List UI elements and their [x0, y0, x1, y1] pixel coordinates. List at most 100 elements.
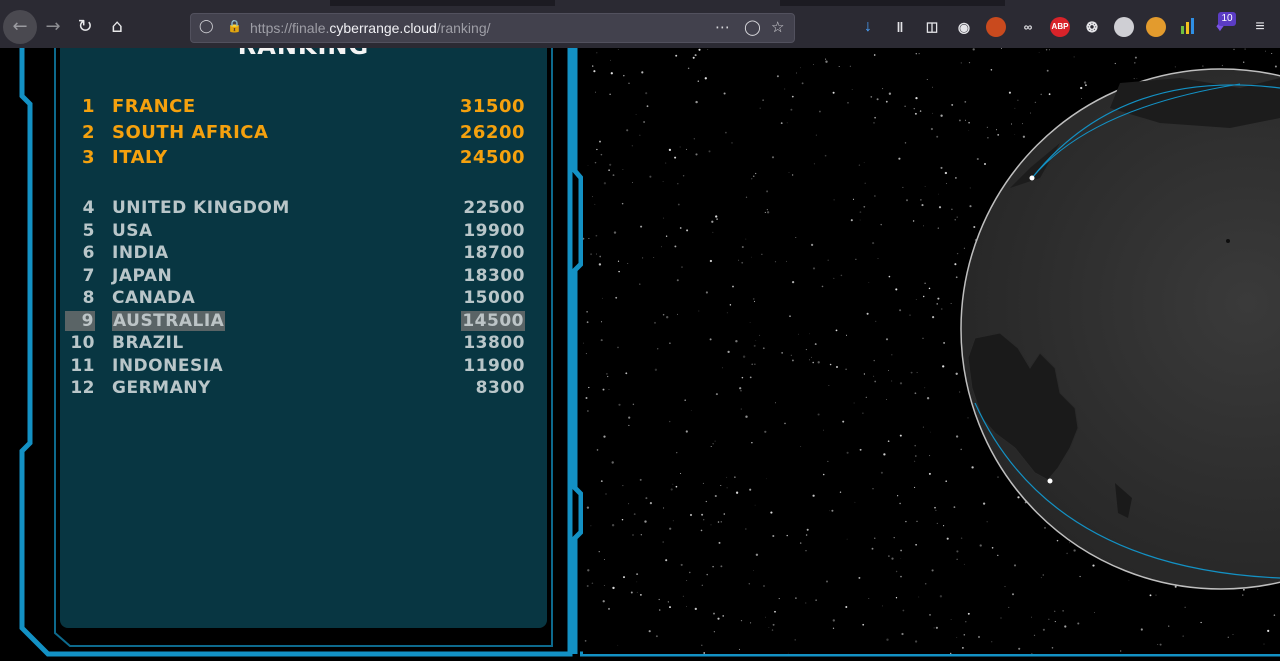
extension-ghost-icon[interactable]: [1114, 17, 1134, 37]
star: [1160, 147, 1164, 150]
rank-position: 6: [82, 243, 95, 263]
star: [611, 461, 614, 464]
bookmark-star-icon[interactable]: ☆: [771, 18, 784, 36]
country-score: 24500: [459, 147, 525, 168]
downloads-icon[interactable]: ↓: [858, 17, 878, 37]
star: [1257, 141, 1260, 144]
star: [676, 452, 678, 454]
cookie-icon[interactable]: ❂: [1082, 17, 1102, 37]
menu-hamburger-icon[interactable]: ≡: [1250, 17, 1270, 37]
star: [1008, 460, 1011, 462]
star: [1220, 561, 1222, 563]
star: [1179, 223, 1181, 224]
star: [1232, 239, 1234, 241]
url-text[interactable]: https://finale.cyberrange.cloud/ranking/: [250, 20, 491, 36]
star: [603, 558, 605, 560]
sidebar-icon[interactable]: ◫: [922, 17, 942, 37]
rank-position: 9: [65, 310, 95, 331]
star: [1244, 48, 1246, 50]
star: [915, 53, 917, 55]
star: [1042, 574, 1044, 576]
star: [870, 96, 873, 98]
star: [654, 368, 658, 371]
star: [644, 520, 647, 523]
star: [1004, 439, 1007, 442]
star: [631, 145, 633, 147]
address-bar[interactable]: ◯ 🔒 https://finale.cyberrange.cloud/rank…: [190, 13, 795, 43]
star: [1252, 319, 1255, 322]
library-icon[interactable]: ‖: [890, 17, 910, 37]
star: [887, 440, 890, 443]
ranking-row: 2 SOUTH AFRICA 26200: [60, 122, 547, 144]
extension-sync-icon[interactable]: ∞: [1018, 17, 1038, 37]
star: [790, 108, 793, 111]
star: [937, 297, 940, 300]
star: [858, 164, 861, 166]
home-button[interactable]: ⌂: [100, 10, 134, 44]
rank-position: 2: [81, 121, 95, 143]
star: [846, 451, 849, 454]
star: [1248, 244, 1250, 246]
star: [1107, 253, 1111, 256]
star: [596, 449, 599, 451]
star: [991, 641, 993, 643]
star: [827, 460, 829, 462]
star: [749, 376, 752, 379]
lock-icon[interactable]: 🔒: [227, 19, 242, 37]
star: [694, 54, 697, 57]
tracking-protection-shield-icon[interactable]: ◯: [199, 19, 215, 37]
star: [1054, 621, 1056, 623]
star: [639, 134, 641, 136]
page-actions-icon[interactable]: ⋯: [715, 18, 730, 36]
reload-button[interactable]: ↻: [68, 10, 102, 44]
back-button[interactable]: ←: [3, 10, 37, 44]
star: [770, 511, 773, 514]
forward-button[interactable]: →: [36, 10, 70, 44]
star: [590, 525, 592, 527]
star: [1191, 339, 1194, 342]
star: [1082, 434, 1084, 436]
star: [1255, 504, 1258, 508]
star: [1240, 413, 1243, 416]
star: [698, 310, 700, 312]
country-name: BRAZIL: [112, 333, 184, 353]
star: [1222, 268, 1224, 270]
star: [713, 612, 715, 615]
star: [1073, 549, 1076, 552]
star: [1174, 66, 1176, 68]
star: [1209, 140, 1211, 143]
star: [703, 519, 705, 521]
star: [956, 637, 958, 638]
star: [588, 238, 590, 240]
extension-fox-icon[interactable]: [986, 17, 1006, 37]
pocket-icon[interactable]: ◯: [744, 18, 761, 36]
star: [778, 598, 780, 600]
account-icon[interactable]: ◉: [954, 17, 974, 37]
star: [986, 521, 988, 523]
star: [668, 148, 672, 152]
star: [740, 408, 742, 410]
star: [1269, 424, 1270, 425]
star: [1253, 110, 1255, 113]
star: [729, 304, 732, 306]
extension-owl-icon[interactable]: [1146, 17, 1166, 37]
star: [1075, 440, 1077, 442]
star: [1051, 226, 1054, 229]
adblock-plus-icon[interactable]: ABP: [1050, 17, 1070, 37]
star: [732, 285, 734, 288]
star: [1013, 564, 1017, 567]
star: [784, 88, 786, 90]
star: [1011, 593, 1015, 596]
star: [1260, 220, 1262, 222]
star: [1190, 546, 1192, 548]
star: [872, 242, 875, 245]
star: [1037, 472, 1040, 475]
star: [1069, 395, 1072, 398]
country-name: INDIA: [112, 243, 169, 263]
star: [1036, 284, 1039, 287]
star: [1120, 229, 1122, 232]
star: [639, 283, 641, 285]
star: [609, 93, 611, 95]
star: [754, 363, 756, 365]
stats-chart-icon[interactable]: [1178, 17, 1198, 37]
